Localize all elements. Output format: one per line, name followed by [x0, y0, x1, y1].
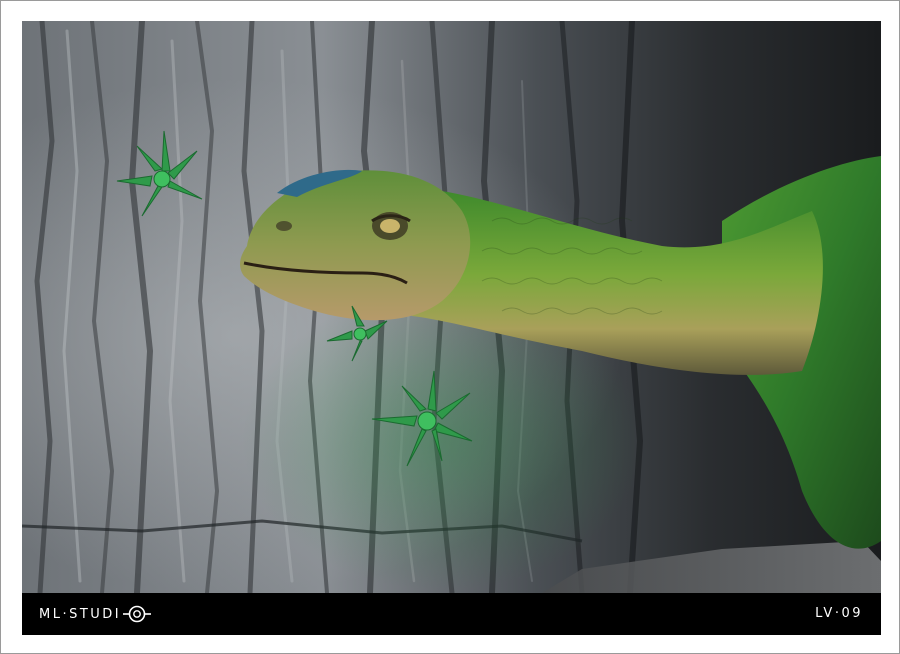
dinosaur-photo [22, 21, 881, 593]
photo-frame: ML·STUDI LV·09 [0, 0, 900, 654]
caption-bar: ML·STUDI LV·09 [22, 593, 881, 635]
dinosaur-illustration [22, 21, 881, 593]
brand-text: ML·STUDI [39, 606, 122, 622]
code-label: LV·09 [815, 606, 863, 621]
brand: ML·STUDI [39, 605, 152, 623]
camera-aperture-o-icon [123, 605, 152, 623]
